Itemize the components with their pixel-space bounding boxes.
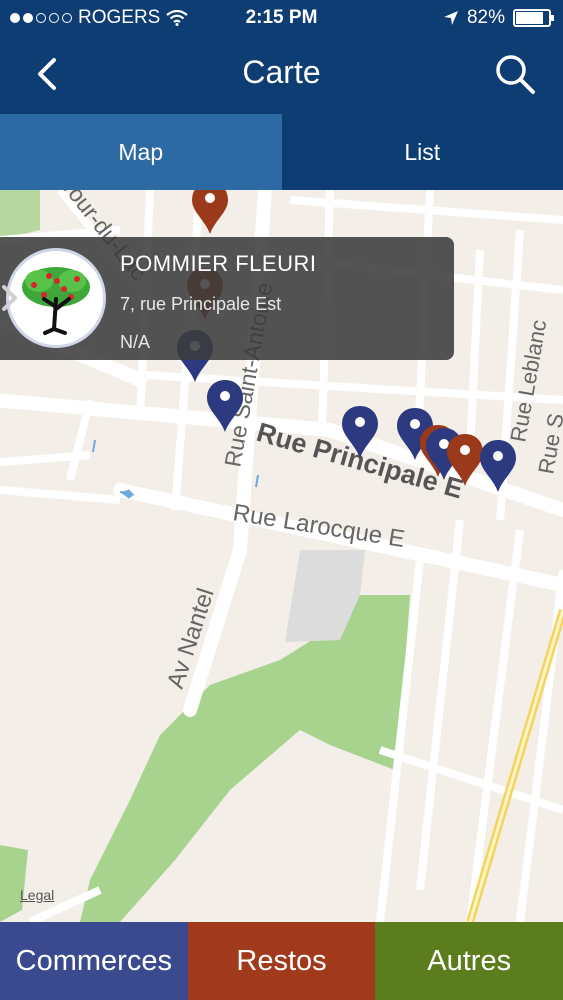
- status-right: 82%: [443, 7, 554, 29]
- park-area: [0, 190, 40, 240]
- place-logo: [6, 248, 106, 348]
- street-label-rue-larocque: Rue Larocque E: [231, 499, 407, 553]
- tab-map[interactable]: Map: [0, 114, 282, 190]
- nav-bar: Carte: [0, 36, 563, 114]
- search-icon[interactable]: [493, 52, 537, 96]
- place-name: POMMIER FLEURI: [120, 251, 317, 276]
- category-bar: Commerces Restos Autres: [0, 922, 563, 1000]
- battery-icon: [513, 9, 554, 27]
- place-extra-info: N/A: [120, 332, 151, 352]
- park-area: [0, 845, 28, 922]
- place-address: 7, rue Principale Est: [120, 294, 282, 314]
- park-area: [80, 595, 410, 922]
- restos-button[interactable]: Restos: [187, 922, 376, 1000]
- status-bar: ROGERS 2:15 PM 82%: [0, 0, 563, 36]
- map-view[interactable]: Rue Principale E Rue Larocque E Av Nante…: [0, 190, 563, 922]
- street-label-rue-s: Rue S: [533, 411, 563, 476]
- commerces-button[interactable]: Commerces: [0, 922, 188, 1000]
- location-arrow-icon: [443, 11, 458, 25]
- battery-percent: 82%: [466, 7, 505, 28]
- view-tabs: Map List: [0, 114, 563, 190]
- autres-button[interactable]: Autres: [375, 922, 563, 1000]
- legal-link[interactable]: Legal: [20, 887, 54, 903]
- place-callout[interactable]: POMMIER FLEURI 7, rue Principale Est N/A: [0, 237, 454, 360]
- apple-tree-icon: [22, 267, 90, 335]
- chevron-right-icon[interactable]: [0, 283, 20, 313]
- page-title: Carte: [242, 54, 321, 90]
- tab-list[interactable]: List: [281, 114, 563, 190]
